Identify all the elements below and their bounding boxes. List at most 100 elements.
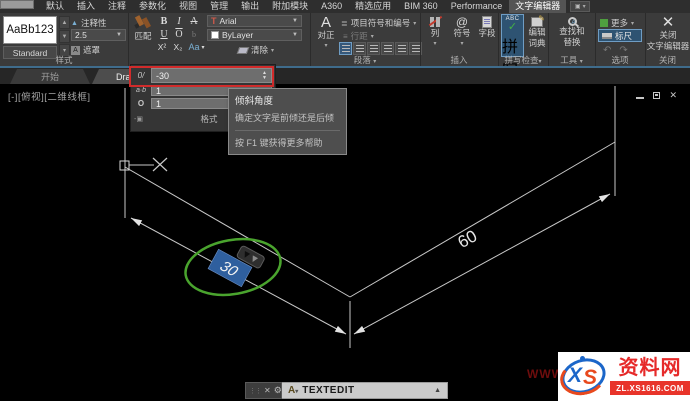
dimension-text-60[interactable]: 60 (455, 226, 481, 252)
justify-button[interactable]: A 对正 ▾ (313, 15, 339, 49)
command-dock-controls: ⋮⋮ ✕ ⚙ (245, 382, 282, 399)
style-gallery-down-icon[interactable]: ▼ (59, 30, 70, 43)
close-group-label: 关闭 (658, 55, 676, 65)
close-label-1: 关闭 (659, 30, 677, 40)
superscript-button[interactable]: X² (155, 41, 169, 53)
logo-x-letter: X (568, 364, 583, 387)
ribbon-tab-addins[interactable]: 附加模块 (266, 0, 314, 13)
ribbon-tab-featured-apps[interactable]: 精选应用 (349, 0, 397, 13)
chevron-down-icon: ▼ (292, 18, 298, 24)
command-input-area[interactable]: A▾ TEXTEDIT ▲ (282, 382, 448, 399)
font-combo[interactable]: T Arial ▼ (207, 15, 302, 27)
contextual-panel-icon[interactable]: ▣ ▾ (570, 1, 591, 12)
tools-group-label[interactable]: 工具 ▾ (548, 54, 595, 66)
font-icon: T (211, 16, 217, 26)
bold-button[interactable]: B (157, 15, 171, 27)
file-tab-start[interactable]: 开始 (10, 69, 90, 84)
paragraph-group-label[interactable]: 段落 ▾ (310, 54, 420, 66)
symbol-button[interactable]: @ 符号 ▾ (450, 16, 474, 47)
oblique-angle-row: 0/ -30 ▲ ▼ (134, 68, 272, 83)
chevron-down-icon: ▼ (116, 32, 122, 38)
watermark-text-block: 资料网 ZL.XS1616.COM (610, 352, 690, 401)
autocad-window: 默认 插入 注释 参数化 视图 管理 输出 附加模块 A360 精选应用 BIM… (0, 0, 690, 401)
annotative-toggle[interactable]: ▲ 注释性 (71, 17, 106, 29)
columns-icon (428, 15, 443, 28)
edit-dictionaries-button[interactable]: 编辑 词典 (527, 14, 547, 49)
close-text-editor-button[interactable]: ✕ 关闭 文字编辑器 (647, 15, 690, 52)
ribbon-tab-manage[interactable]: 管理 (204, 0, 234, 13)
oblique-angle-value: -30 (156, 70, 170, 81)
customize-gear-icon[interactable]: ⚙ (274, 385, 282, 396)
dict-label-1: 编辑 (528, 27, 546, 37)
restore-icon[interactable] (653, 92, 661, 99)
insert-group-label: 插入 (450, 55, 468, 65)
italic-button[interactable]: I (172, 15, 186, 27)
ruler-label: 标尺 (615, 30, 633, 41)
dimension-line-right[interactable] (353, 193, 611, 335)
case-chevron-icon[interactable]: ▾ (199, 41, 207, 53)
oblique-angle-icon: 0/ (137, 71, 145, 80)
columns-label: 列 (430, 28, 440, 38)
stack-button[interactable]: b (187, 28, 201, 40)
tooltip-help: 按 F1 键获得更多帮助 (235, 130, 340, 149)
ribbon-tab-a360[interactable]: A360 (315, 0, 348, 13)
object-line-right (349, 141, 616, 298)
pin-icon[interactable]: -▣ (134, 115, 146, 123)
text-height-combo[interactable]: 2.5 ▼ (71, 29, 126, 41)
match-label: 匹配 (134, 31, 152, 41)
columns-button[interactable]: 列 ▾ (424, 15, 446, 47)
symbol-label: 符号 (453, 28, 471, 38)
ribbon-tab-parametric[interactable]: 参数化 (133, 0, 172, 13)
expand-history-icon[interactable]: ▲ (434, 387, 441, 394)
ruler-toggle-button[interactable]: 标尺 (598, 29, 642, 42)
justify-label: 对正 (317, 30, 335, 40)
minimize-icon[interactable] (636, 97, 645, 99)
watermark-logo: X S 资料网 ZL.XS1616.COM (556, 352, 690, 401)
grip-dots-icon[interactable]: ⋮⋮ (249, 387, 262, 395)
align-right-icon (369, 45, 378, 52)
subscript-button[interactable]: X₂ (171, 41, 185, 53)
ribbon-tab-output[interactable]: 输出 (235, 0, 265, 13)
close-icon[interactable]: ✕ (669, 91, 677, 100)
chevron-down-icon: ▾ (413, 20, 417, 27)
color-combo[interactable]: ByLayer ▼ (207, 29, 302, 41)
style-gallery-up-icon[interactable]: ▲ (59, 16, 70, 29)
align-extra-icon (411, 45, 420, 52)
ribbon-tab-bim360[interactable]: BIM 360 (398, 0, 444, 13)
spell-group-label[interactable]: 拼写检查▾ (498, 54, 548, 66)
bullets-numbering-button[interactable]: ≣ 项目符号和编号 ▾ (341, 17, 416, 29)
ribbon-tab-annotate[interactable]: 注释 (102, 0, 132, 13)
strikethrough-button[interactable]: A (187, 15, 201, 27)
brush-icon (134, 15, 151, 29)
magnifier-a-icon: A (571, 20, 576, 26)
dictionary-icon (531, 14, 545, 27)
ribbon-tab-text-editor[interactable]: 文字编辑器 (509, 0, 567, 13)
ribbon-tab-bar: 默认 插入 注释 参数化 视图 管理 输出 附加模块 A360 精选应用 BIM… (0, 0, 690, 13)
ribbon-tab-view[interactable]: 视图 (173, 0, 203, 13)
field-button[interactable]: 字段 (476, 16, 498, 39)
line-spacing-button[interactable]: ≡ 行距 ▾ (343, 30, 374, 42)
watermark-site-name: 资料网 (618, 357, 682, 379)
more-button[interactable]: 更多 ▾ (600, 17, 634, 29)
oblique-angle-input[interactable]: -30 ▲ ▼ (151, 68, 272, 83)
tooltip-description: 确定文字是前倾还是后倾 (235, 113, 335, 123)
text-style-preview[interactable]: AaBb123 (3, 16, 57, 44)
close-command-icon[interactable]: ✕ (264, 386, 271, 395)
chevron-down-icon: ▾ (433, 40, 437, 47)
overline-button[interactable]: O (172, 28, 186, 40)
match-properties-button[interactable]: 匹配 (130, 15, 156, 42)
chevron-down-icon: ▼ (292, 32, 298, 38)
ribbon-tab-insert[interactable]: 插入 (71, 0, 101, 13)
clear-formatting-button[interactable]: 清除 ▾ (236, 44, 274, 56)
underline-button[interactable]: U (157, 28, 171, 40)
options-group-label: 选项 (611, 55, 629, 65)
command-line-dock: ⋮⋮ ✕ ⚙ A▾ TEXTEDIT ▲ (245, 382, 448, 399)
ribbon-tab-home[interactable]: 默认 (40, 0, 70, 13)
spell-check-button[interactable]: ABC ✓ 拼写 检查 (501, 14, 524, 128)
viewport-controls-label[interactable]: [-][俯视][二维线框] (8, 89, 91, 103)
find-replace-button[interactable]: A 查找和 替换 (553, 17, 591, 48)
list-icon: ≣ (341, 18, 348, 28)
spinner-arrows-icon[interactable]: ▲ ▼ (262, 70, 267, 81)
check-icon: ✓ (507, 21, 518, 33)
ribbon-tab-performance[interactable]: Performance (445, 0, 509, 13)
